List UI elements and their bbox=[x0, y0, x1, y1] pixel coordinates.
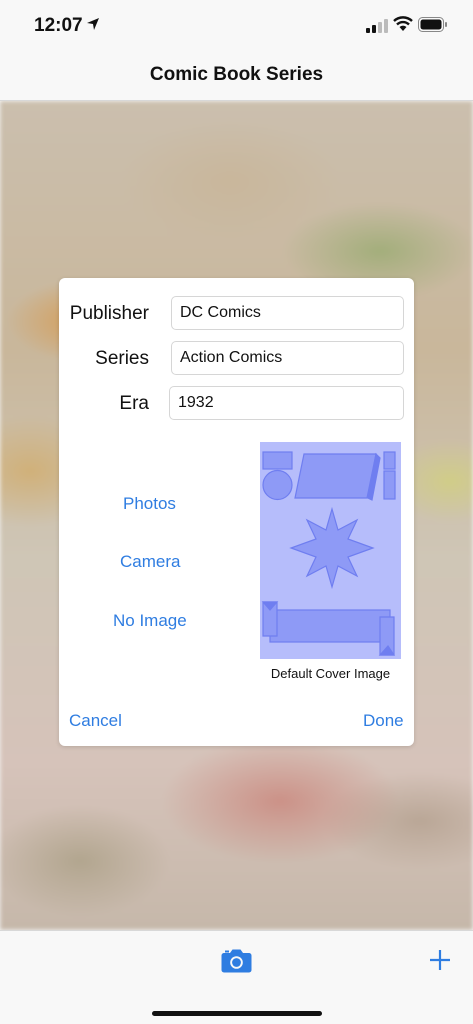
status-time: 12:07 bbox=[34, 15, 83, 36]
cellular-signal-icon bbox=[366, 19, 388, 33]
battery-icon bbox=[418, 17, 447, 32]
cancel-button[interactable]: Cancel bbox=[69, 711, 122, 731]
home-indicator bbox=[152, 1011, 322, 1016]
no-image-button[interactable]: No Image bbox=[113, 611, 187, 631]
wifi-icon bbox=[393, 16, 413, 31]
series-label: Series bbox=[95, 348, 149, 369]
era-label: Era bbox=[119, 393, 149, 414]
placeholder-shapes-icon bbox=[261, 451, 396, 656]
publisher-field[interactable]: DC Comics bbox=[171, 296, 404, 330]
status-bar: 12:07 bbox=[0, 0, 473, 50]
era-field[interactable]: 1932 bbox=[169, 386, 404, 420]
series-dialog: Publisher DC Comics Series Action Comics… bbox=[59, 278, 414, 746]
default-cover-image[interactable] bbox=[260, 442, 401, 659]
page-title: Comic Book Series bbox=[149, 64, 324, 85]
plus-icon[interactable] bbox=[429, 949, 451, 971]
camera-button[interactable]: Camera bbox=[120, 552, 180, 572]
done-button[interactable]: Done bbox=[363, 711, 404, 731]
location-arrow-icon bbox=[87, 18, 99, 30]
publisher-label: Publisher bbox=[69, 303, 149, 324]
camera-icon[interactable] bbox=[221, 948, 252, 973]
photos-button[interactable]: Photos bbox=[123, 494, 176, 514]
bottom-toolbar bbox=[0, 930, 473, 1024]
navigation-bar: 12:07 Comic Book Series bbox=[0, 0, 473, 101]
series-field[interactable]: Action Comics bbox=[171, 341, 404, 375]
cover-caption: Default Cover Image bbox=[270, 666, 391, 681]
